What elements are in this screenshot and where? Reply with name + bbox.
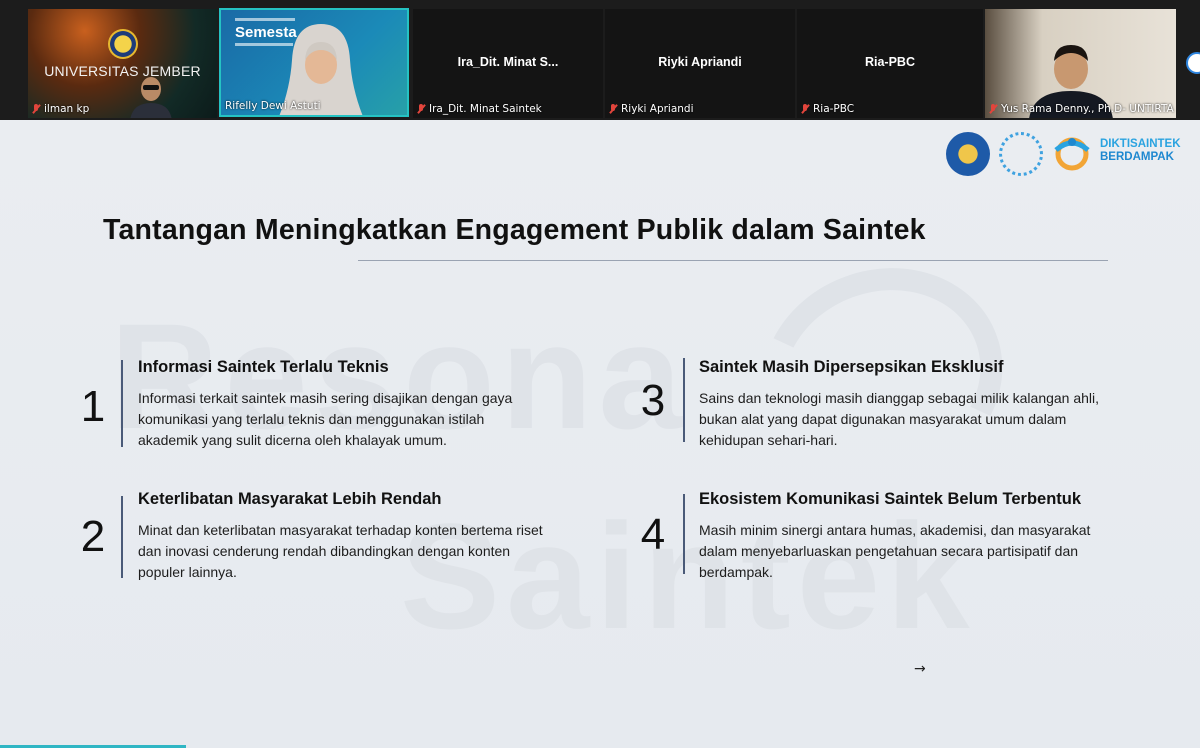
participant-tile-active-speaker[interactable]: Semesta Rifelly Dewi Astuti	[219, 8, 409, 117]
item-body: Minat dan keterlibatan masyarakat terhad…	[138, 522, 543, 580]
item-divider	[121, 360, 123, 447]
participant-name-label: Yus Rama Denny., Ph.D- UNTIRTA	[989, 103, 1174, 115]
participant-video	[130, 77, 172, 118]
mic-muted-icon	[801, 104, 810, 114]
participant-strip: UNIVERSITAS JEMBER ilman kp Semesta Rife…	[0, 0, 1200, 120]
participant-placeholder-name: Ria-PBC	[864, 55, 915, 69]
participant-placeholder-name: Riyki Apriandi	[658, 55, 742, 69]
participant-tile[interactable]: Ria-PBC Ria-PBC	[797, 9, 983, 118]
item-divider	[121, 496, 123, 578]
item-number: 3	[640, 376, 666, 425]
item-heading: Keterlibatan Masyarakat Lebih Rendah	[138, 490, 442, 508]
mic-muted-icon	[989, 104, 998, 114]
participants-panel-toggle-button[interactable]	[1186, 52, 1200, 74]
participant-tile[interactable]: Yus Rama Denny., Ph.D- UNTIRTA	[985, 9, 1176, 118]
item-divider	[683, 358, 685, 442]
title-divider	[358, 260, 1108, 261]
university-logo-icon	[108, 29, 138, 59]
item-body: Informasi terkait saintek masih sering d…	[138, 390, 513, 448]
tut-wuri-handayani-logo-icon	[946, 132, 990, 176]
participant-tile[interactable]: Riyki Apriandi Riyki Apriandi	[605, 9, 795, 118]
participant-name-label: Ria-PBC	[801, 103, 854, 115]
participant-name-label: ilman kp	[32, 103, 89, 115]
item-number: 1	[80, 382, 106, 431]
item-body: Masih minim sinergi antara humas, akadem…	[699, 522, 1091, 580]
participant-tile[interactable]: Ira_Dit. Minat S... Ira_Dit. Minat Saint…	[413, 9, 603, 118]
tile-background-text: UNIVERSITAS JEMBER	[44, 63, 201, 79]
item-divider	[683, 494, 685, 574]
shared-slide: Resona Saintek DIKTISAINTEK BERDAMPAK Ta…	[0, 120, 1200, 748]
item-heading: Informasi Saintek Terlalu Teknis	[138, 358, 389, 376]
item-body: Sains dan teknologi masih dianggap sebag…	[699, 390, 1100, 448]
item-number: 2	[80, 512, 106, 561]
mic-muted-icon	[32, 104, 41, 114]
item-heading: Ekosistem Komunikasi Saintek Belum Terbe…	[699, 490, 1082, 508]
watermark-arc	[730, 234, 1034, 520]
participant-name-label: Rifelly Dewi Astuti	[225, 100, 321, 112]
item-heading: Saintek Masih Dipersepsikan Eksklusif	[699, 358, 1004, 376]
slide-title: Tantangan Meningkatkan Engagement Publik…	[103, 214, 926, 246]
mic-muted-icon	[417, 104, 426, 114]
diktisaintek-logo-icon	[1054, 137, 1090, 171]
sunburst-logo-icon	[999, 132, 1043, 176]
participant-name-label: Riyki Apriandi	[609, 103, 694, 115]
participant-placeholder-name: Ira_Dit. Minat S...	[457, 55, 559, 69]
pointer-cursor-icon: →	[914, 661, 926, 677]
participant-tile[interactable]: UNIVERSITAS JEMBER ilman kp	[28, 9, 217, 118]
mic-muted-icon	[609, 104, 618, 114]
diktisaintek-logo-text: DIKTISAINTEK BERDAMPAK	[1100, 138, 1181, 163]
item-number: 4	[640, 510, 666, 559]
participant-name-label: Ira_Dit. Minat Saintek	[417, 103, 542, 115]
